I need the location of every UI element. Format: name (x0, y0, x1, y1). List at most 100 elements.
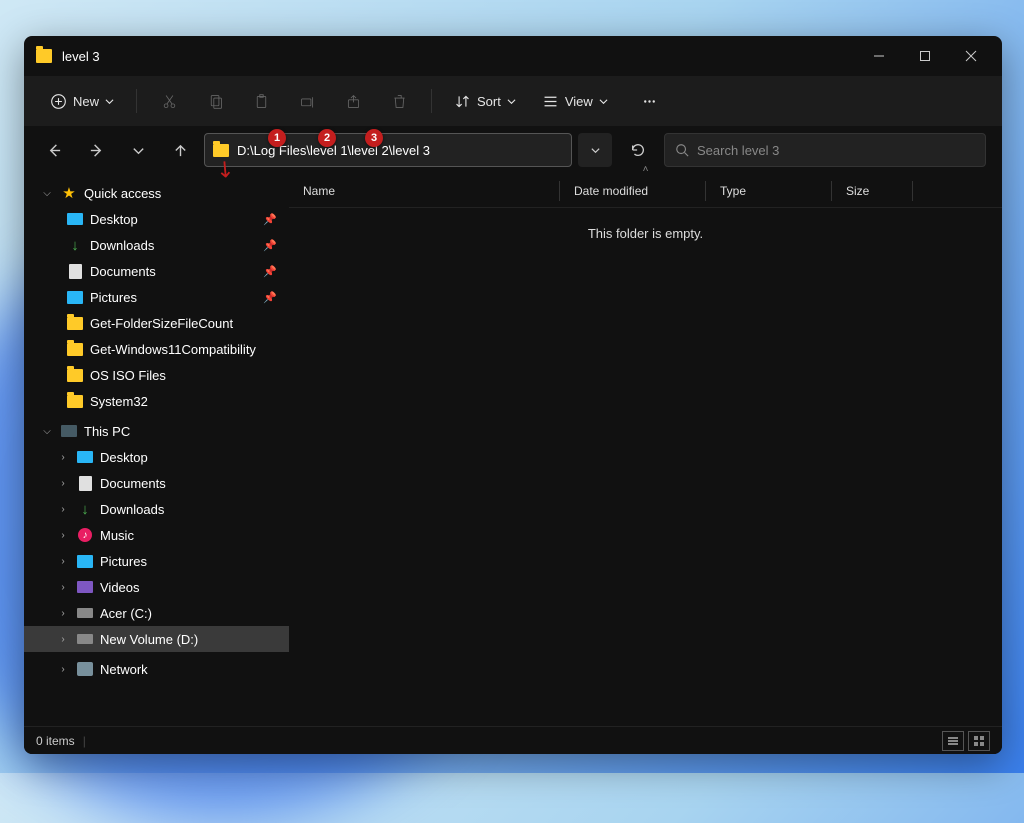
content: ⌵ ★ Quick access Desktop📌↓Downloads📌Docu… (24, 174, 1002, 726)
sidebar-item[interactable]: Get-Windows11Compatibility (24, 336, 289, 362)
sidebar-item[interactable]: ›♪Music (24, 522, 289, 548)
toolbar: New Sort View (24, 76, 1002, 126)
address-history-button[interactable] (578, 133, 612, 167)
cut-button[interactable] (149, 84, 189, 118)
drive-icon (76, 605, 94, 621)
chevron-right-icon: › (56, 452, 70, 463)
sidebar-item[interactable]: ›New Volume (D:) (24, 626, 289, 652)
ellipsis-icon (641, 93, 658, 110)
delete-button[interactable] (379, 84, 419, 118)
pic-icon (66, 289, 84, 305)
window-title: level 3 (62, 49, 100, 64)
column-header: ˄ Name Date modified Type Size (289, 174, 1002, 208)
sort-icon (454, 93, 471, 110)
share-icon (345, 93, 362, 110)
back-button[interactable] (36, 132, 72, 168)
sidebar-item[interactable]: ›Acer (C:) (24, 600, 289, 626)
pin-icon: 📌 (263, 239, 277, 252)
sidebar-item[interactable]: ›Pictures (24, 548, 289, 574)
pc-icon (60, 423, 78, 439)
sidebar-item[interactable]: OS ISO Files (24, 362, 289, 388)
maximize-button[interactable] (902, 37, 948, 75)
more-button[interactable] (630, 84, 670, 118)
chevron-right-icon: › (56, 504, 70, 515)
sidebar-quick-access[interactable]: ⌵ ★ Quick access (24, 180, 289, 206)
callout-1: 1 (268, 129, 286, 147)
minimize-button[interactable] (856, 37, 902, 75)
item-count: 0 items (36, 734, 75, 748)
forward-button[interactable] (78, 132, 114, 168)
up-button[interactable] (162, 132, 198, 168)
doc-icon (76, 475, 94, 491)
drive-icon (76, 631, 94, 647)
folder-icon (66, 367, 84, 383)
chevron-right-icon: › (56, 478, 70, 489)
chevron-right-icon: › (56, 608, 70, 619)
paste-button[interactable] (241, 84, 281, 118)
share-button[interactable] (333, 84, 373, 118)
col-date[interactable]: Date modified (560, 184, 705, 198)
search-icon (675, 143, 689, 157)
chevron-down-icon: ⌵ (40, 426, 54, 437)
folder-icon (66, 341, 84, 357)
pin-icon: 📌 (263, 291, 277, 304)
col-name[interactable]: Name (289, 184, 559, 198)
sidebar-item[interactable]: Desktop📌 (24, 206, 289, 232)
sidebar-item[interactable]: ›↓Downloads (24, 496, 289, 522)
col-type[interactable]: Type (706, 184, 831, 198)
chevron-right-icon: › (56, 634, 70, 645)
refresh-button[interactable] (618, 133, 658, 167)
desktop-icon (76, 449, 94, 465)
folder-icon (66, 315, 84, 331)
empty-text: This folder is empty. (289, 208, 1002, 241)
clipboard-icon (253, 93, 270, 110)
pin-icon: 📌 (263, 265, 277, 278)
new-button[interactable]: New (40, 84, 124, 118)
desktop-icon (66, 211, 84, 227)
sidebar-item[interactable]: System32 (24, 388, 289, 414)
sidebar-this-pc[interactable]: ⌵ This PC (24, 418, 289, 444)
callout-3: 3 (365, 129, 383, 147)
doc-icon (66, 263, 84, 279)
address-bar[interactable]: D:\Log Files\level 1\level 2\level 3 (204, 133, 572, 167)
trash-icon (391, 93, 408, 110)
sidebar-item[interactable]: Get-FolderSizeFileCount (24, 310, 289, 336)
col-size[interactable]: Size (832, 184, 912, 198)
copy-icon (207, 93, 224, 110)
search-placeholder: Search level 3 (697, 143, 779, 158)
sidebar-item[interactable]: ›Desktop (24, 444, 289, 470)
chevron-down-icon: ⌵ (40, 188, 54, 199)
rename-button[interactable] (287, 84, 327, 118)
sidebar-item[interactable]: ›Documents (24, 470, 289, 496)
rename-icon (299, 93, 316, 110)
sidebar-network[interactable]: › Network (24, 656, 289, 682)
status-bar: 0 items | (24, 726, 1002, 754)
star-icon: ★ (60, 185, 78, 201)
sidebar: ⌵ ★ Quick access Desktop📌↓Downloads📌Docu… (24, 174, 289, 726)
details-view-button[interactable] (942, 731, 964, 751)
close-button[interactable] (948, 37, 994, 75)
sidebar-item[interactable]: ›Videos (24, 574, 289, 600)
explorer-window: level 3 New Sort View (24, 36, 1002, 754)
view-button[interactable]: View (532, 84, 618, 118)
sidebar-item[interactable]: ↓Downloads📌 (24, 232, 289, 258)
plus-circle-icon (50, 93, 67, 110)
dl-icon: ↓ (76, 501, 94, 517)
video-icon (76, 579, 94, 595)
copy-button[interactable] (195, 84, 235, 118)
sort-button[interactable]: Sort (444, 84, 526, 118)
recent-button[interactable] (120, 132, 156, 168)
folder-icon (66, 393, 84, 409)
sidebar-item[interactable]: Pictures📌 (24, 284, 289, 310)
titlebar: level 3 (24, 36, 1002, 76)
music-icon: ♪ (76, 527, 94, 543)
sidebar-item[interactable]: Documents📌 (24, 258, 289, 284)
thumbnail-view-button[interactable] (968, 731, 990, 751)
pic-icon (76, 553, 94, 569)
search-box[interactable]: Search level 3 (664, 133, 986, 167)
chevron-up-icon: ˄ (289, 164, 1002, 175)
pin-icon: 📌 (263, 213, 277, 226)
scissors-icon (161, 93, 178, 110)
folder-icon (36, 49, 52, 63)
chevron-right-icon: › (56, 664, 70, 675)
